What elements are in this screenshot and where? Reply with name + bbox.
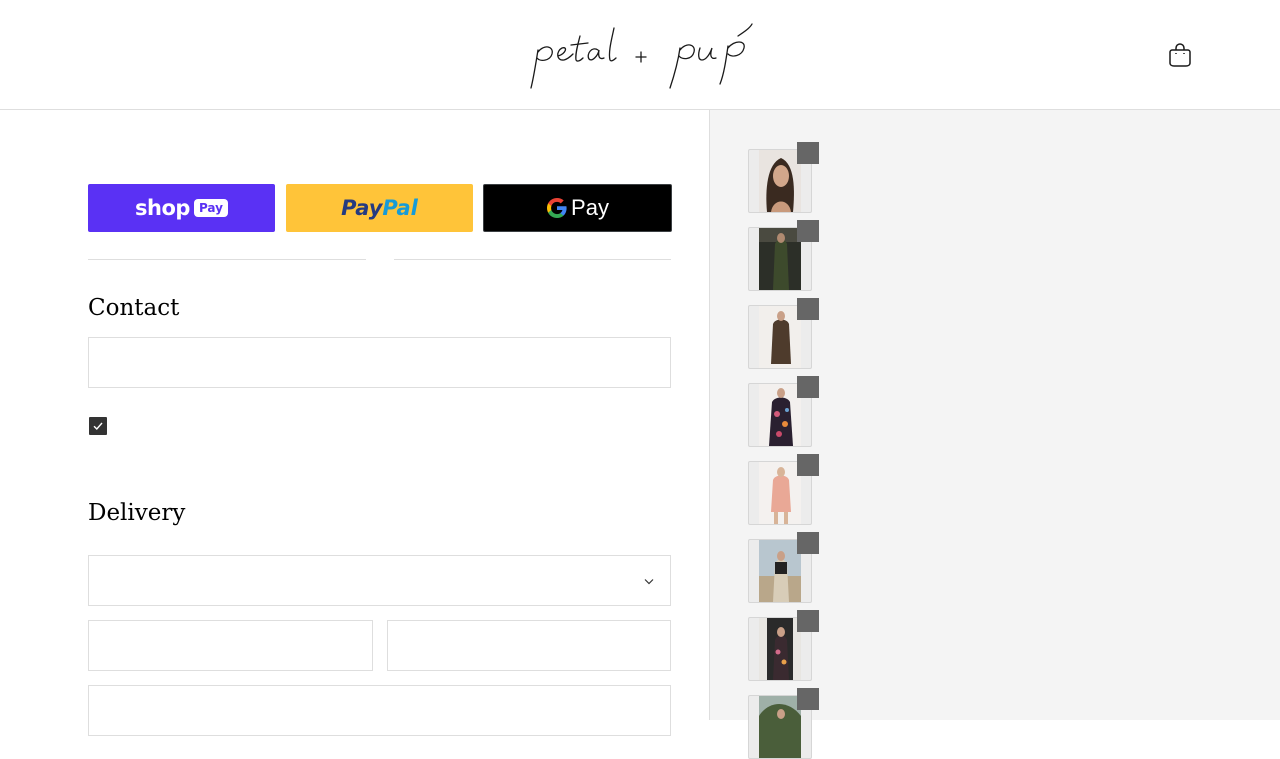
paypal-logo: PayPal [341,196,418,220]
last-name-field[interactable] [387,620,671,671]
shop-pay-label: shop [135,196,190,220]
google-pay-button[interactable]: Pay [483,184,672,232]
address-field[interactable] [88,685,671,736]
paypal-label-pal: Pal [382,196,418,220]
country-select[interactable] [88,555,671,606]
quantity-badge [797,376,819,398]
quantity-badge [797,532,819,554]
quantity-badge [797,220,819,242]
google-pay-label: Pay [571,195,609,220]
google-g-icon [547,198,567,218]
quantity-badge [797,610,819,632]
paypal-label-pay: Pay [341,196,383,220]
shop-pay-badge: Pay [193,199,228,217]
paypal-button[interactable]: PayPal [286,184,473,232]
divider-right [394,259,671,260]
quantity-badge [797,298,819,320]
google-pay-logo: Pay [546,195,609,221]
brand-logo[interactable] [528,18,754,92]
email-field[interactable] [88,337,671,388]
country-input[interactable] [89,556,670,605]
checkmark-icon [93,422,103,431]
quantity-badge [797,454,819,476]
checkout-main: shop Pay PayPal Pay Contact Delivery [0,110,709,736]
email-input[interactable] [89,338,670,387]
marketing-opt-in-checkbox[interactable] [89,417,107,435]
first-name-field[interactable] [88,620,373,671]
quantity-badge [797,688,819,710]
address-input[interactable] [89,686,670,735]
divider-left [88,259,366,260]
quantity-badge [797,142,819,164]
site-header [0,0,1280,110]
chevron-down-icon [644,579,654,585]
last-name-input[interactable] [388,621,670,670]
first-name-input[interactable] [89,621,372,670]
delivery-heading: Delivery [88,500,186,526]
shop-pay-button[interactable]: shop Pay [88,184,275,232]
contact-heading: Contact [88,295,180,321]
cart-icon[interactable] [1168,42,1192,68]
shop-pay-logo: shop Pay [135,196,228,220]
